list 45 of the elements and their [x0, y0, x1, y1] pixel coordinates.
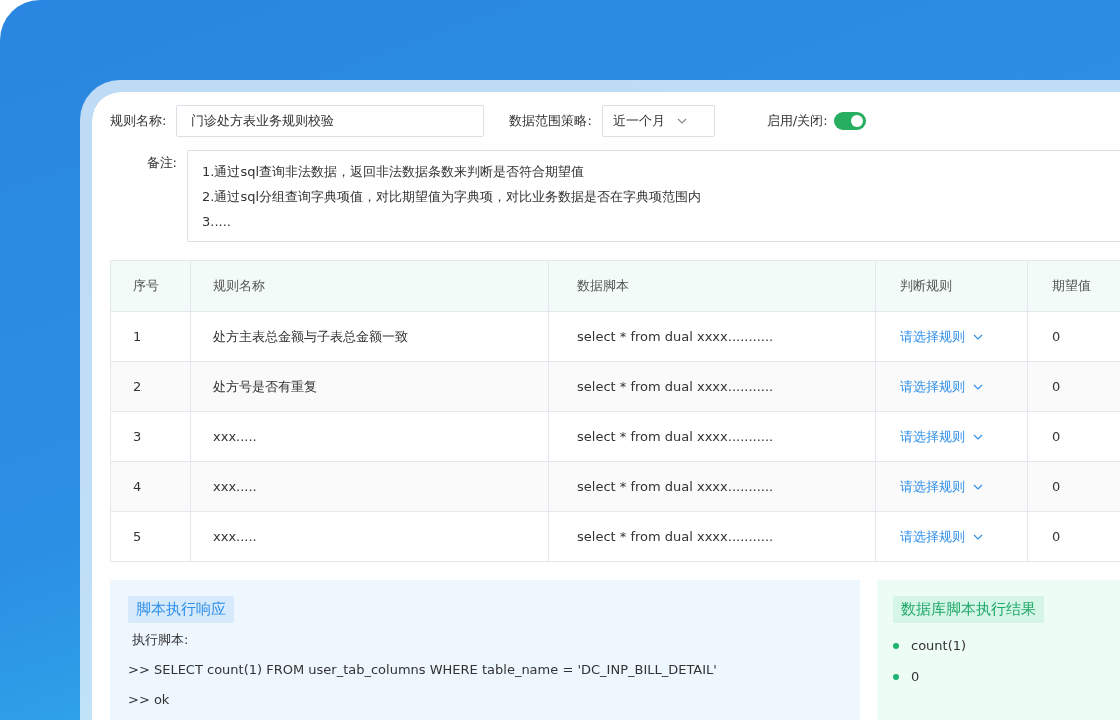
chevron-down-icon: [973, 483, 983, 490]
result-item: count(1): [911, 637, 967, 655]
toggle-switch[interactable]: [833, 112, 866, 130]
column-header: 数据脚本: [548, 260, 876, 312]
rule-name-field[interactable]: 门诊处方表业务规则校验: [176, 105, 485, 137]
output-line: 执行脚本:: [131, 631, 190, 649]
data-range-select[interactable]: 近一个月: [601, 105, 715, 137]
table-cell: 处方号是否有重复: [190, 361, 549, 412]
table-cell: 0: [1027, 361, 1120, 412]
output-line: >> SELECT count(1) FROM user_tab_columns WHERE table_name = 'DC_INP_BILL_DETAIL': [128, 661, 718, 679]
table-cell: 处方主表总金额与子表总金额一致: [190, 311, 549, 362]
panel-title: 数据库脚本执行结果: [893, 596, 1044, 623]
chevron-down-icon: [973, 533, 983, 540]
table-cell: select * from dual xxxx...........: [548, 311, 876, 362]
table-cell: xxx.....: [190, 411, 549, 462]
table-cell: 1: [110, 311, 191, 362]
remarks-field[interactable]: 1.通过sql查询非法数据，返回非法数据条数来判断是否符合期望值 2.通过sql分组查询字典项值，对比期望值为字典项，对比业务数据是否在字典项范围内 3.....: [187, 150, 1120, 242]
table-cell: 4: [110, 461, 191, 512]
chevron-down-icon: [973, 433, 983, 440]
result-item: 0: [911, 668, 920, 686]
column-header: 序号: [110, 260, 191, 312]
chevron-down-icon: [973, 383, 983, 390]
table-cell: 5: [110, 511, 191, 562]
bullet-icon: [893, 673, 899, 680]
table-cell: 2: [110, 361, 191, 412]
column-header: 期望值: [1027, 260, 1120, 312]
bullet-icon: [893, 642, 899, 649]
field-label: 启用/关闭:: [766, 112, 828, 130]
table-cell: xxx.....: [190, 511, 549, 562]
field-label: 备注:: [145, 154, 177, 172]
chevron-down-icon: [676, 118, 687, 124]
table-cell: 0: [1027, 461, 1120, 512]
field-label: 数据范围策略:: [509, 112, 592, 130]
column-header: 规则名称: [190, 260, 549, 312]
table-cell: select * from dual xxxx...........: [548, 461, 876, 512]
table-cell: select * from dual xxxx...........: [548, 411, 876, 462]
table-cell: xxx.....: [190, 461, 549, 512]
table-cell: select * from dual xxxx...........: [548, 361, 876, 412]
table-cell: select * from dual xxxx...........: [548, 511, 876, 562]
chevron-down-icon: [973, 333, 983, 340]
field-label: 规则名称:: [110, 112, 167, 130]
output-line: >> ok: [128, 691, 171, 709]
table-cell: 3: [110, 411, 191, 462]
column-header: 判断规则: [875, 260, 1028, 312]
panel-title: 脚本执行响应: [128, 596, 234, 623]
